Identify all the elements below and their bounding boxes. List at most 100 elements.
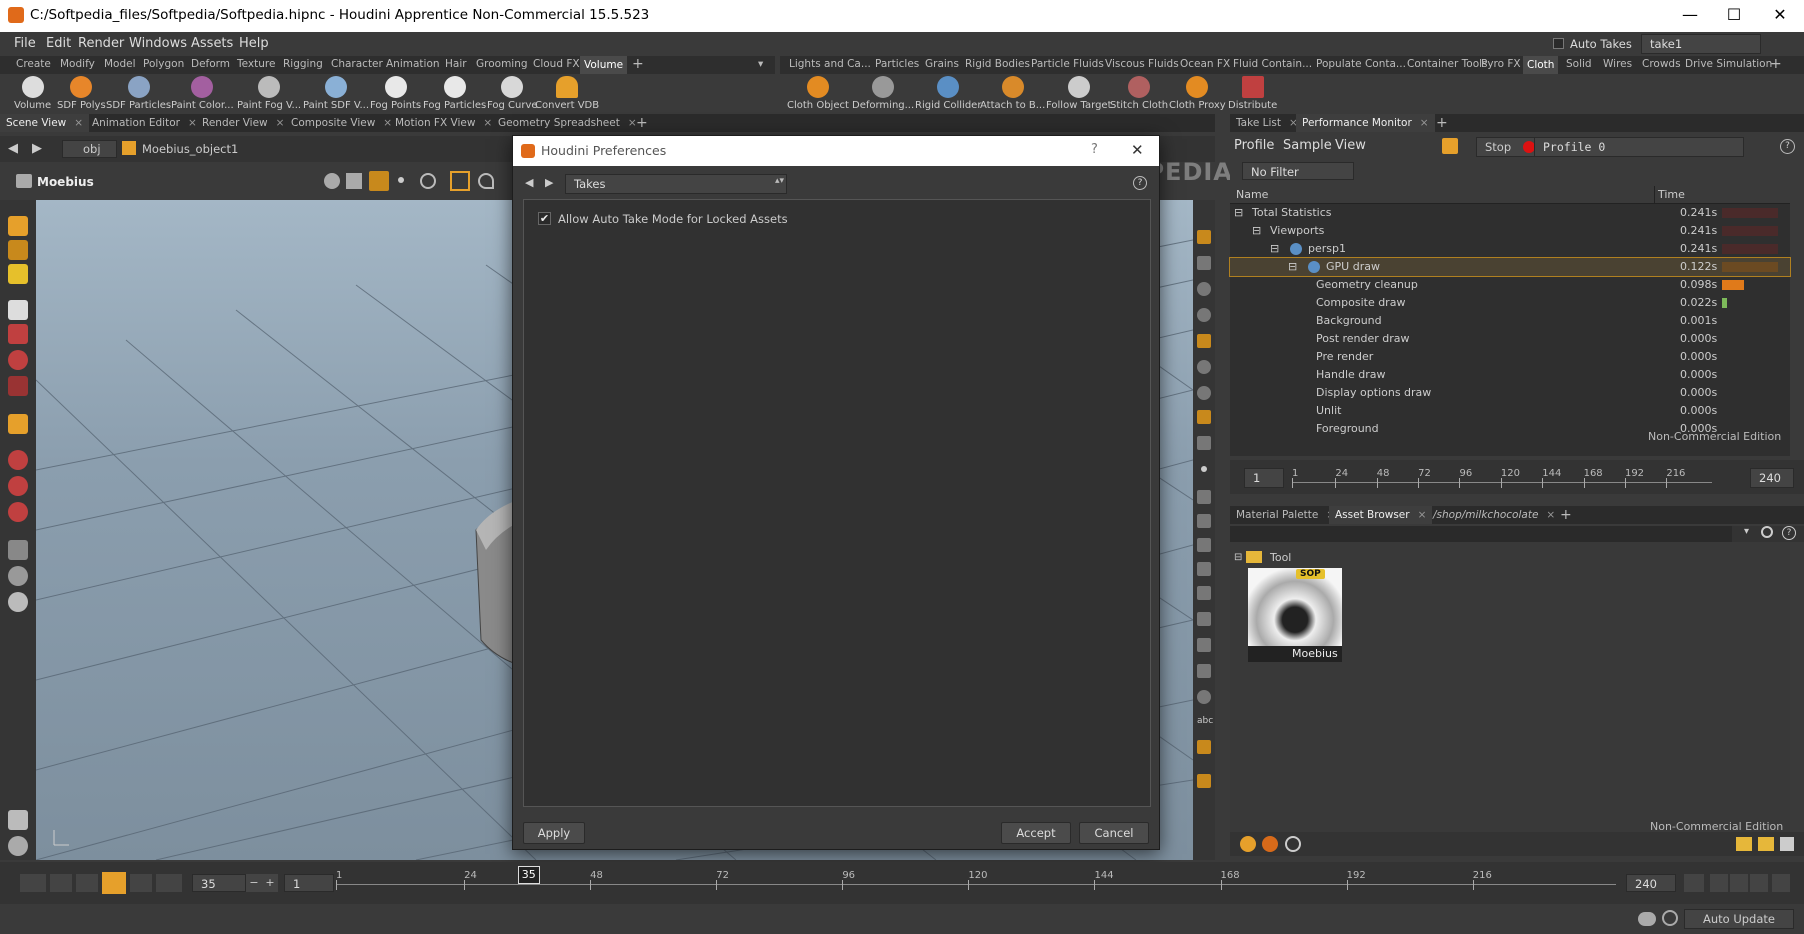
tab-animation-editor[interactable]: Animation Editor × (86, 114, 203, 132)
ghost-icon[interactable] (1197, 386, 1211, 400)
lights-icon[interactable] (1197, 334, 1211, 348)
shelf-tab-populate[interactable]: Populate Conta... (1316, 58, 1406, 70)
add-asset-tab-icon[interactable]: + (1554, 506, 1578, 524)
shelf-tab-drive-simulation[interactable]: Drive Simulation (1685, 58, 1772, 70)
shelf-tab-container-tools[interactable]: Container Tools (1407, 58, 1488, 70)
tool-cloth-proxy[interactable]: Cloth Proxy (1169, 74, 1226, 111)
perf-row[interactable]: ⊟ Total Statistics 0.241s (1230, 204, 1790, 222)
tool-attach-to-body[interactable]: Attach to B... (980, 74, 1045, 111)
paint-tool-icon[interactable] (8, 264, 28, 284)
stop-playback-icon[interactable] (102, 872, 126, 894)
tab-render-view[interactable]: Render View × (196, 114, 290, 132)
shelf-tab-particles[interactable]: Particles (875, 58, 919, 70)
shelf-tab-deform[interactable]: Deform (191, 58, 230, 70)
image-icon[interactable] (1197, 740, 1211, 754)
shelf-tab-texture[interactable]: Texture (237, 58, 275, 70)
frame-decrement-button[interactable]: − (246, 874, 262, 892)
shelf-tab-character[interactable]: Character (331, 58, 383, 70)
current-frame-field[interactable]: 35 (192, 874, 246, 892)
shelf-tab-rigid-bodies[interactable]: Rigid Bodies (965, 58, 1030, 70)
tab-material-palette[interactable]: Material Palette× (1230, 506, 1341, 524)
normals-icon[interactable] (1197, 490, 1211, 504)
frame-increment-button[interactable]: + (262, 874, 278, 892)
target-icon[interactable] (420, 173, 436, 189)
add-right-tab-icon[interactable]: + (1430, 114, 1454, 132)
dialog-close-button[interactable]: ✕ (1131, 141, 1144, 159)
view-tool-icon[interactable] (8, 450, 28, 470)
forward-arrow-icon[interactable]: ▶ (32, 141, 42, 156)
shelf-menu-icon[interactable]: ▾ (758, 58, 763, 70)
shelf-tab-grooming[interactable]: Grooming (476, 58, 528, 70)
tab-geometry-spreadsheet[interactable]: Geometry Spreadsheet × (492, 114, 643, 132)
col-time-header[interactable]: Time (1658, 188, 1685, 201)
shelf-tab-ocean-fx[interactable]: Ocean FX (1180, 58, 1230, 70)
update-refresh-icon[interactable] (1662, 910, 1678, 926)
menu-file[interactable]: File (14, 36, 36, 51)
perf-row[interactable]: Display options draw 0.000s (1230, 384, 1790, 402)
cancel-button[interactable]: Cancel (1079, 822, 1149, 844)
folder-label[interactable]: Tool (1270, 551, 1291, 564)
display-options-icon[interactable] (1197, 230, 1211, 244)
shelf-tab-viscous-fluids[interactable]: Viscous Fluids (1105, 58, 1179, 70)
perf-row[interactable]: Geometry cleanup 0.098s (1230, 276, 1790, 294)
step-back-icon[interactable] (50, 874, 72, 892)
open-folder-icon[interactable] (1758, 837, 1774, 851)
preferences-section-select[interactable]: Takes (565, 174, 787, 194)
tool-sdf-particles[interactable]: SDF Particles (106, 74, 171, 111)
start-frame-field[interactable]: 1 (284, 874, 334, 892)
dialog-back-icon[interactable]: ◀ (525, 176, 533, 189)
tool-paint-fog[interactable]: Paint Fog V... (237, 74, 301, 111)
refresh-icon[interactable] (1285, 836, 1301, 852)
perf-row[interactable]: Background 0.001s (1230, 312, 1790, 330)
lasso-icon[interactable] (478, 173, 494, 189)
tool-volume[interactable]: Volume (14, 74, 51, 111)
pencil-icon[interactable] (1197, 514, 1211, 528)
perf-row[interactable]: Handle draw 0.000s (1230, 366, 1790, 384)
pose-icon[interactable] (8, 414, 28, 434)
text-display-icon[interactable]: abc (1197, 716, 1213, 730)
play-icon[interactable] (130, 874, 152, 892)
delete-icon[interactable] (1780, 837, 1794, 851)
accept-button[interactable]: Accept (1001, 822, 1071, 844)
shelf-tab-cloth[interactable]: Cloth (1523, 56, 1559, 74)
handle-tool-icon[interactable] (8, 216, 28, 236)
tab-asset-browser[interactable]: Asset Browser × (1329, 506, 1433, 524)
asset-help-icon[interactable]: ? (1782, 526, 1796, 540)
menu-render[interactable]: Render (78, 36, 124, 51)
tool-follow-target[interactable]: Follow Target (1046, 74, 1111, 111)
point-display-icon[interactable] (1201, 466, 1207, 472)
add-shelf-icon[interactable]: + (632, 56, 644, 72)
tool-stitch-cloth[interactable]: Stitch Cloth (1110, 74, 1168, 111)
pin-icon[interactable] (1197, 774, 1211, 788)
back-arrow-icon[interactable]: ◀ (8, 141, 18, 156)
timeline-track[interactable]: 1 24 48 72 96 120 144 168 192 216 35 (336, 866, 1620, 900)
select-arrow-icon[interactable] (8, 300, 28, 320)
shelf-tab-wires[interactable]: Wires (1603, 58, 1632, 70)
tab-performance-monitor[interactable]: Performance Monitor × (1296, 114, 1435, 132)
scatter-icon[interactable] (1197, 638, 1211, 652)
background-icon[interactable] (1197, 410, 1211, 424)
tool-sdf-polys[interactable]: SDF Polys (57, 74, 106, 111)
perf-row[interactable]: ⊟ GPU draw 0.122s (1229, 257, 1791, 277)
tool-deforming[interactable]: Deforming... (852, 74, 914, 111)
render-icon[interactable] (8, 810, 28, 830)
col-name-header[interactable]: Name (1236, 188, 1268, 201)
magnet-icon[interactable] (8, 476, 28, 496)
section-help-icon[interactable]: ? (1133, 176, 1147, 190)
jump-end-icon[interactable] (156, 874, 182, 892)
select-mode-icon[interactable] (369, 171, 389, 191)
asset-dropdown-icon[interactable]: ▾ (1744, 526, 1749, 537)
tool-distribute[interactable]: Distribute (1228, 74, 1277, 111)
tool-convert-vdb[interactable]: Convert VDB (535, 74, 599, 111)
shelf-tab-grains[interactable]: Grains (925, 58, 959, 70)
shelf-tab-fluid-containers[interactable]: Fluid Contain... (1233, 58, 1312, 70)
tool-fog-points[interactable]: Fog Points (370, 74, 421, 111)
tree-toggle-icon[interactable]: ⊟ (1270, 242, 1279, 255)
maximize-button[interactable]: ☐ (1712, 4, 1756, 28)
perf-row[interactable]: ⊟ Viewports 0.241s (1230, 222, 1790, 240)
auto-takes-checkbox[interactable] (1553, 38, 1564, 49)
tool-paint-color[interactable]: Paint Color... (171, 74, 234, 111)
tab-composite-view[interactable]: Composite View × (285, 114, 398, 132)
menu-windows[interactable]: Windows (129, 36, 187, 51)
point-icon[interactable] (398, 177, 404, 183)
